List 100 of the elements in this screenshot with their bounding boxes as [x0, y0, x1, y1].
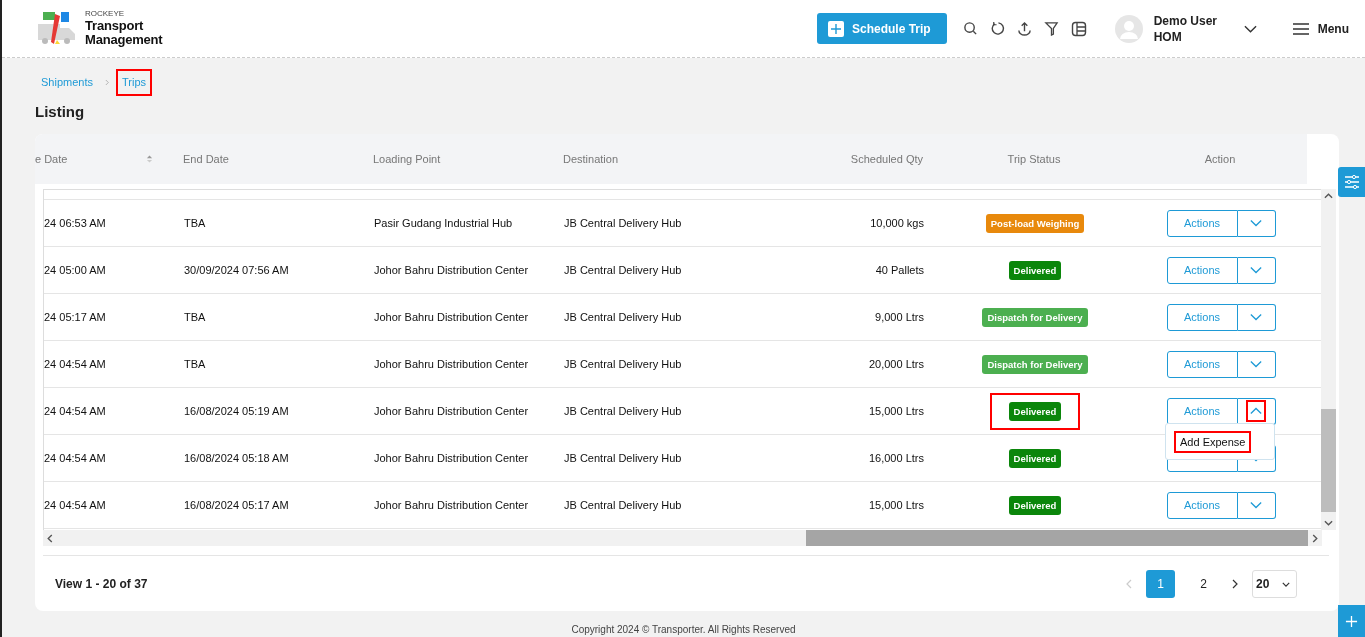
table-cell: TBA: [184, 358, 206, 370]
table-cell: 15,000 Ltrs: [868, 499, 924, 511]
status-badge: Dispatch for Delivery: [982, 307, 1088, 327]
page-title: Listing: [35, 103, 86, 121]
actions-button[interactable]: Actions: [1166, 491, 1238, 519]
column-header: Action: [1204, 153, 1236, 165]
table-cell: 16/08/2024 05:18 AM: [184, 452, 289, 464]
table-cell: 40 Pallets: [875, 264, 924, 276]
brand-subtitle: ROCKEYE: [85, 9, 126, 19]
table-cell: TBA: [184, 217, 206, 229]
table-cell: 24 04:54 AM: [44, 358, 106, 370]
chevron-down-icon: [1250, 219, 1262, 227]
actions-button[interactable]: Actions: [1166, 303, 1238, 331]
scroll-right-icon[interactable]: [1312, 533, 1318, 543]
column-header: End Date: [183, 153, 229, 165]
table-cell: Johor Bahru Distribution Center: [374, 405, 529, 417]
table-cell: 16,000 Ltrs: [868, 452, 924, 464]
pagination-summary: View 1 - 20 of 37: [55, 577, 148, 591]
table-cell: 10,000 kgs: [870, 217, 924, 229]
actions-button[interactable]: Actions: [1166, 256, 1238, 284]
schedule-trip-button[interactable]: Schedule Trip: [816, 13, 947, 44]
table-cell: Johor Bahru Distribution Center: [374, 499, 529, 511]
table-cell: 24 04:54 AM: [44, 499, 106, 511]
dropdown-toggle[interactable]: [1237, 256, 1276, 284]
page-size-select[interactable]: 20: [1252, 570, 1297, 598]
table-cell: JB Central Delivery Hub: [564, 452, 682, 464]
columns-icon[interactable]: [1070, 20, 1087, 37]
table-cell: JB Central Delivery Hub: [564, 217, 682, 229]
menu-button[interactable]: Menu: [1292, 21, 1349, 36]
table-cell: 16/08/2024 05:19 AM: [184, 405, 289, 417]
dropdown-toggle[interactable]: [1237, 303, 1276, 331]
next-page-icon[interactable]: [1232, 579, 1238, 589]
plus-icon: [1345, 614, 1358, 628]
sliders-icon: [1343, 175, 1360, 189]
filter-icon[interactable]: [1043, 21, 1059, 36]
column-header: Scheduled Qty: [850, 153, 923, 165]
brand-name: Transport: [85, 18, 145, 33]
actions-button[interactable]: Actions: [1166, 209, 1238, 237]
plus-icon: [827, 20, 844, 37]
brand-name: Management: [85, 32, 163, 48]
table-cell: Johor Bahru Distribution Center: [374, 311, 529, 323]
vertical-scrollbar[interactable]: [1321, 189, 1336, 530]
settings-sliders-button[interactable]: [1338, 167, 1365, 197]
status-badge: Delivered: [1008, 495, 1062, 515]
table-cell: 16/08/2024 05:17 AM: [184, 499, 289, 511]
table-cell: 24 05:17 AM: [44, 311, 106, 323]
page-button[interactable]: 1: [1146, 570, 1175, 598]
scroll-up-icon[interactable]: [1324, 193, 1333, 199]
add-button[interactable]: [1338, 605, 1365, 637]
status-badge: Post-load Weighing: [985, 213, 1085, 233]
table-cell: Johor Bahru Distribution Center: [374, 264, 529, 276]
table-cell: 20,000 Ltrs: [868, 358, 924, 370]
table-cell: 9,000 Ltrs: [875, 311, 924, 323]
dropdown-toggle[interactable]: [1237, 350, 1276, 378]
upload-icon[interactable]: [1016, 21, 1032, 36]
refresh-icon[interactable]: [989, 21, 1005, 36]
user-name: Demo User: [1153, 12, 1218, 29]
status-badge: Dispatch for Delivery: [982, 354, 1088, 374]
breadcrumb-link[interactable]: Trips: [116, 68, 153, 96]
actions-button[interactable]: Actions: [1166, 350, 1238, 378]
chevron-down-icon[interactable]: [1243, 24, 1257, 33]
status-badge: Delivered: [1008, 260, 1062, 280]
truck-logo-icon: [37, 10, 77, 47]
table-cell: JB Central Delivery Hub: [564, 499, 682, 511]
column-header: Trip Status: [1007, 153, 1061, 165]
table-cell: TBA: [184, 311, 206, 323]
status-badge: Delivered: [1008, 448, 1062, 468]
sort-icon[interactable]: [146, 154, 153, 164]
chevron-up-icon: [1250, 407, 1262, 415]
table-cell: 30/09/2024 07:56 AM: [184, 264, 289, 276]
table-cell: 24 04:54 AM: [44, 405, 106, 417]
menu-icon: [1292, 22, 1309, 35]
dropdown-toggle[interactable]: [1237, 209, 1276, 237]
copyright-text: Copyright 2024 © Transporter. All Rights Reserved: [570, 624, 797, 635]
table-cell: 24 05:00 AM: [44, 264, 106, 276]
horizontal-scrollbar[interactable]: [43, 530, 1322, 546]
table-cell: Johor Bahru Distribution Center: [374, 452, 529, 464]
status-badge: Delivered: [1008, 401, 1062, 421]
column-header: e Date: [35, 153, 68, 165]
actions-button[interactable]: Actions: [1166, 397, 1238, 425]
table-cell: Pasir Gudang Industrial Hub: [374, 217, 513, 229]
table-cell: 24 06:53 AM: [44, 217, 106, 229]
table-cell: 24 04:54 AM: [44, 452, 106, 464]
table-cell: JB Central Delivery Hub: [564, 358, 682, 370]
search-icon[interactable]: [962, 21, 978, 36]
column-header: Destination: [563, 153, 619, 165]
dropdown-toggle[interactable]: [1237, 491, 1276, 519]
scroll-left-icon[interactable]: [47, 533, 53, 543]
table-cell: Johor Bahru Distribution Center: [374, 358, 529, 370]
table-cell: JB Central Delivery Hub: [564, 405, 682, 417]
chevron-down-icon: [1250, 501, 1262, 509]
column-header: Loading Point: [373, 153, 441, 165]
chevron-down-icon: [1250, 360, 1262, 368]
avatar: [1114, 14, 1143, 43]
menu-item[interactable]: Add Expense: [1174, 430, 1252, 453]
breadcrumb-link[interactable]: Shipments: [35, 68, 99, 96]
table-cell: 15,000 Ltrs: [868, 405, 924, 417]
table-cell: JB Central Delivery Hub: [564, 311, 682, 323]
chevron-down-icon: [1282, 581, 1290, 587]
scroll-down-icon[interactable]: [1324, 520, 1333, 526]
